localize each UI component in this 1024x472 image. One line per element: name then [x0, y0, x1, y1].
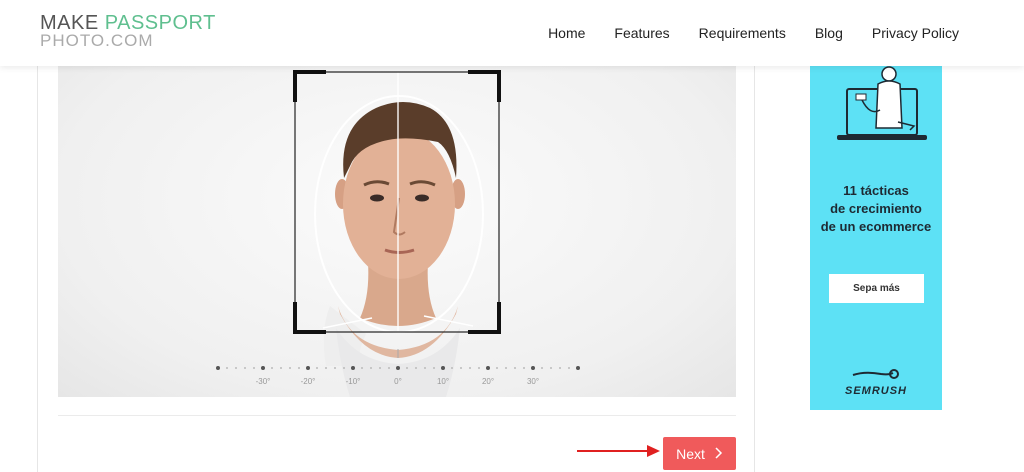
angle-minor-tick[interactable] [460, 367, 462, 369]
angle-minor-tick[interactable] [298, 367, 300, 369]
site-logo[interactable]: MAKE PASSPORT PHOTO.COM [40, 12, 216, 50]
angle-label: -30° [256, 377, 271, 386]
main-nav: Home Features Requirements Blog Privacy … [548, 25, 959, 41]
angle-minor-tick[interactable] [424, 367, 426, 369]
nav-features[interactable]: Features [614, 25, 669, 41]
photo-preview: -30° -20° -10° 0° 10° 20° 30° [58, 66, 736, 397]
angle-slider-labels: -30° -20° -10° 0° 10° 20° 30° [256, 377, 539, 386]
laptop-illustration-icon [837, 66, 927, 140]
passport-photo-svg: -30° -20° -10° 0° 10° 20° 30° [216, 70, 580, 397]
angle-label: 0° [394, 377, 402, 386]
angle-minor-tick[interactable] [559, 367, 561, 369]
angle-label: -20° [301, 377, 316, 386]
angle-minor-tick[interactable] [325, 367, 327, 369]
angle-minor-tick[interactable] [388, 367, 390, 369]
left-eye [370, 194, 384, 202]
angle-minor-tick[interactable] [343, 367, 345, 369]
angle-minor-tick[interactable] [415, 367, 417, 369]
angle-minor-tick[interactable] [406, 367, 408, 369]
red-arrow-icon [577, 445, 660, 457]
semrush-logo: SEMRUSH [810, 366, 942, 397]
site-header: MAKE PASSPORT PHOTO.COM Home Features Re… [0, 0, 1024, 66]
next-button[interactable]: Next [663, 437, 736, 470]
angle-major-tick[interactable] [486, 366, 490, 370]
angle-minor-tick[interactable] [253, 367, 255, 369]
angle-minor-tick[interactable] [550, 367, 552, 369]
angle-minor-tick[interactable] [451, 367, 453, 369]
crop-corner-top-right[interactable] [468, 70, 501, 102]
angle-minor-tick[interactable] [334, 367, 336, 369]
angle-major-tick[interactable] [351, 366, 355, 370]
angle-minor-tick[interactable] [433, 367, 435, 369]
main-content: -30° -20° -10° 0° 10° 20° 30° Next [37, 66, 755, 472]
angle-major-tick[interactable] [261, 366, 265, 370]
angle-minor-tick[interactable] [244, 367, 246, 369]
angle-minor-tick[interactable] [469, 367, 471, 369]
angle-minor-tick[interactable] [478, 367, 480, 369]
ad-banner[interactable]: 11 tácticas de crecimiento de un ecommer… [810, 66, 942, 410]
angle-major-tick[interactable] [216, 366, 220, 370]
angle-major-tick[interactable] [306, 366, 310, 370]
angle-minor-tick[interactable] [235, 367, 237, 369]
angle-minor-tick[interactable] [370, 367, 372, 369]
nav-requirements[interactable]: Requirements [699, 25, 786, 41]
right-eye [415, 194, 429, 202]
angle-minor-tick[interactable] [226, 367, 228, 369]
crop-corner-top-left[interactable] [293, 70, 326, 102]
angle-label: 30° [527, 377, 539, 386]
angle-minor-tick[interactable] [289, 367, 291, 369]
logo-line-1: MAKE PASSPORT [40, 12, 216, 34]
angle-minor-tick[interactable] [505, 367, 507, 369]
angle-minor-tick[interactable] [496, 367, 498, 369]
ad-headline: 11 tácticas de crecimiento de un ecommer… [820, 183, 932, 234]
logo-line-2: PHOTO.COM [40, 31, 154, 50]
angle-major-tick[interactable] [396, 366, 400, 370]
semrush-fire-icon [852, 369, 899, 379]
angle-label: 20° [482, 377, 494, 386]
content-divider [58, 415, 736, 416]
angle-minor-tick[interactable] [568, 367, 570, 369]
nav-privacy-policy[interactable]: Privacy Policy [872, 25, 959, 41]
angle-major-tick[interactable] [531, 366, 535, 370]
angle-minor-tick[interactable] [361, 367, 363, 369]
angle-minor-tick[interactable] [541, 367, 543, 369]
angle-major-tick[interactable] [576, 366, 580, 370]
angle-minor-tick[interactable] [379, 367, 381, 369]
chevron-right-icon [715, 446, 723, 462]
angle-minor-tick[interactable] [514, 367, 516, 369]
next-button-label: Next [676, 445, 705, 462]
crop-corner-bottom-right[interactable] [468, 302, 501, 334]
angle-minor-tick[interactable] [523, 367, 525, 369]
angle-minor-tick[interactable] [316, 367, 318, 369]
nav-home[interactable]: Home [548, 25, 585, 41]
angle-label: 10° [437, 377, 449, 386]
angle-major-tick[interactable] [441, 366, 445, 370]
angle-minor-tick[interactable] [280, 367, 282, 369]
crop-corner-bottom-left[interactable] [293, 302, 326, 334]
nav-blog[interactable]: Blog [815, 25, 843, 41]
angle-label: -10° [346, 377, 361, 386]
ad-cta-button[interactable]: Sepa más [829, 274, 924, 303]
angle-slider-ticks[interactable] [216, 366, 580, 370]
angle-minor-tick[interactable] [271, 367, 273, 369]
